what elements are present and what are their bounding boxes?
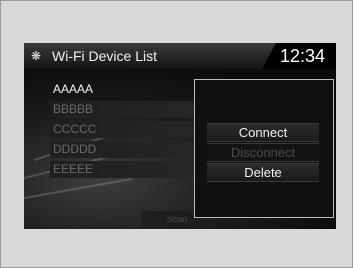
gear-icon: ❋ — [30, 49, 42, 63]
popup-menu: Connect Disconnect Delete — [194, 79, 334, 218]
display-screen: ❋ Wi-Fi Device List 12:34 AAAAA BBBBB CC… — [24, 43, 336, 229]
connect-button[interactable]: Connect — [207, 123, 319, 142]
background-streak — [24, 177, 133, 199]
device-list-item[interactable]: CCCCC — [50, 121, 196, 138]
clock: 12:34 — [280, 46, 326, 66]
title-bar: ❋ Wi-Fi Device List 12:34 — [24, 43, 336, 69]
disconnect-button: Disconnect — [207, 143, 319, 162]
delete-button[interactable]: Delete — [207, 163, 319, 182]
page-title: Wi-Fi Device List — [52, 48, 158, 64]
device-list-item[interactable]: AAAAA — [50, 81, 196, 98]
device-list-item[interactable]: EEEEE — [50, 161, 196, 178]
device-list-item[interactable]: BBBBB — [50, 101, 196, 118]
device-list-item[interactable]: DDDDD — [50, 141, 196, 158]
clock-slant — [262, 43, 276, 69]
